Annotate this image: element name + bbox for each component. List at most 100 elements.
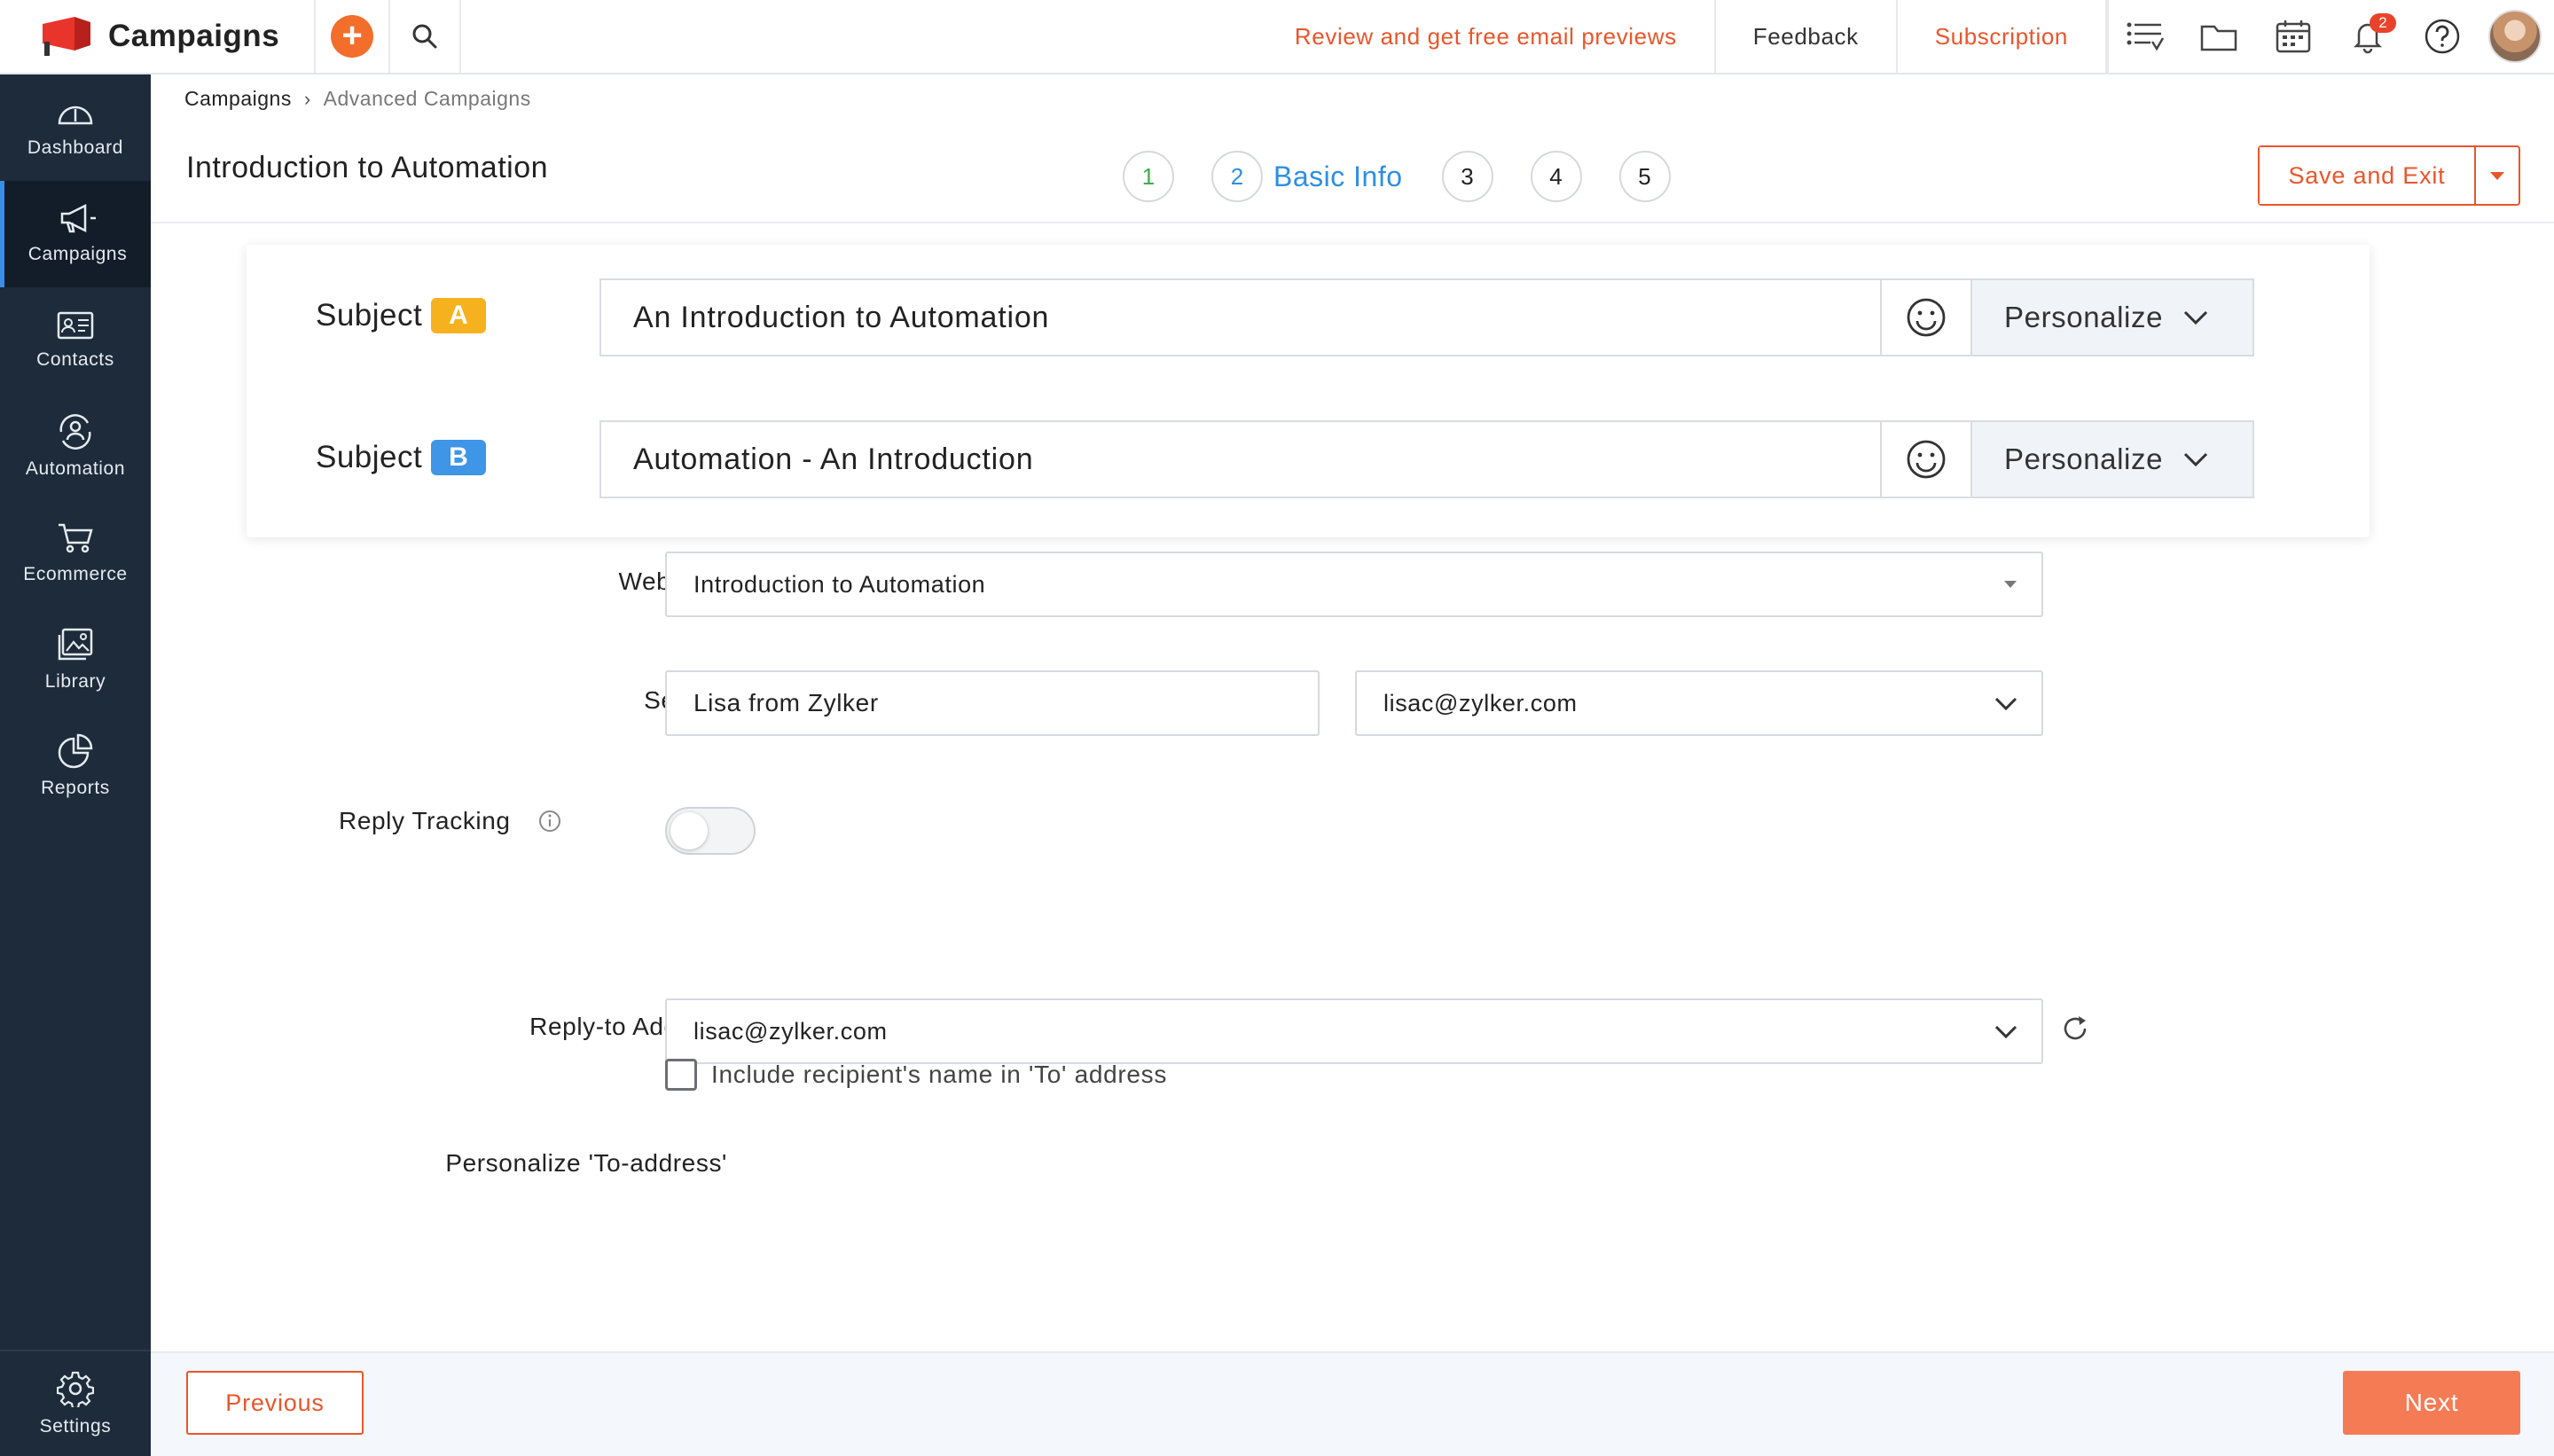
sidebar-item-label: Campaigns [27, 244, 128, 264]
step-2[interactable]: 2 [1211, 151, 1263, 202]
step-5[interactable]: 5 [1618, 151, 1671, 202]
top-bar: Campaigns + Review and get free email pr… [0, 0, 2554, 74]
notification-badge: 2 [2370, 13, 2396, 33]
list-icon [2127, 22, 2165, 51]
app-brand[interactable]: Campaigns [0, 0, 316, 74]
gear-icon [57, 1371, 94, 1407]
footer-bar: Previous Next [151, 1351, 2554, 1456]
subject-b-emoji-button[interactable] [1880, 420, 1970, 498]
sidebar: Dashboard Campaigns Contacts Automation [0, 74, 151, 1456]
notifications-button[interactable]: 2 [2331, 0, 2405, 74]
previous-button[interactable]: Previous [186, 1371, 364, 1435]
dashboard-icon [58, 106, 93, 125]
caret-down-icon [2004, 581, 2017, 588]
breadcrumb: Campaigns › Advanced Campaigns [184, 87, 531, 111]
contact-card-icon [57, 311, 94, 340]
automation-icon [59, 414, 91, 450]
reply-tracking-toggle[interactable] [665, 807, 756, 855]
include-name-checkbox[interactable] [665, 1059, 697, 1091]
folder-button[interactable] [2182, 0, 2256, 74]
calendar-button[interactable] [2256, 0, 2331, 74]
include-name-label: Include recipient's name in 'To' address [711, 1061, 1168, 1088]
sidebar-item-label: Automation [25, 458, 126, 479]
toggle-knob [670, 812, 708, 849]
subject-a-label: Subject A [316, 298, 487, 333]
breadcrumb-current: Advanced Campaigns [323, 87, 531, 110]
sidebar-item-contacts[interactable]: Contacts [0, 287, 151, 394]
feedback-link[interactable]: Feedback [1716, 0, 1898, 74]
user-avatar[interactable] [2488, 10, 2542, 63]
sidebar-item-automation[interactable]: Automation [0, 394, 151, 500]
save-exit-group: Save and Exit [2258, 145, 2520, 206]
cart-icon [59, 523, 93, 553]
pie-chart-icon [58, 733, 93, 769]
step-3[interactable]: 3 [1441, 151, 1493, 202]
megaphone-icon [60, 203, 96, 233]
plus-icon: + [331, 15, 373, 58]
current-step-label: Basic Info [1273, 160, 1403, 192]
subject-a-input[interactable]: An Introduction to Automation [599, 278, 1880, 356]
search-button[interactable] [390, 0, 461, 74]
subject-b-label: Subject B [316, 440, 487, 475]
webinars-select[interactable]: Introduction to Automation [665, 552, 2043, 617]
subject-b-input[interactable]: Automation - An Introduction [599, 420, 1880, 498]
image-library-icon [58, 628, 93, 661]
sidebar-item-label: Reports [41, 778, 110, 798]
main-content: Campaigns › Advanced Campaigns Introduct… [151, 74, 2554, 1456]
sidebar-item-label: Settings [39, 1416, 112, 1436]
review-previews-link[interactable]: Review and get free email previews [1257, 0, 1716, 74]
sender-name-input[interactable]: Lisa from Zylker [665, 670, 1320, 736]
smiley-icon [1907, 440, 1946, 479]
reply-tracking-label: Reply Tracking [339, 807, 667, 835]
subject-a-row: Subject A An Introduction to Automation … [247, 278, 2370, 358]
chevron-down-icon [1994, 1025, 2017, 1038]
wizard-stepper: 1 2 Basic Info 3 4 5 [1123, 151, 1708, 202]
info-icon[interactable] [537, 809, 562, 834]
subject-a-emoji-button[interactable] [1880, 278, 1970, 356]
sidebar-item-label: Library [44, 671, 106, 692]
smiley-icon [1907, 298, 1946, 337]
breadcrumb-separator: › [303, 87, 311, 110]
folder-icon [2200, 25, 2237, 51]
chevron-down-icon [1994, 697, 2017, 710]
chevron-down-icon [2183, 452, 2208, 467]
campaigns-flag-logo [43, 17, 90, 56]
reply-to-select[interactable]: lisac@zylker.com [665, 998, 2043, 1064]
step-1[interactable]: 1 [1123, 151, 1174, 202]
create-button[interactable]: + [316, 0, 390, 74]
search-icon [412, 24, 437, 49]
sidebar-item-label: Ecommerce [23, 564, 128, 584]
save-exit-button[interactable]: Save and Exit [2260, 147, 2474, 204]
save-options-dropdown[interactable] [2474, 147, 2519, 204]
page-header: Introduction to Automation 1 2 Basic Inf… [151, 124, 2554, 223]
subject-ab-card: Subject A An Introduction to Automation … [247, 245, 2370, 537]
sender-email-select[interactable]: lisac@zylker.com [1355, 670, 2043, 736]
subject-b-row: Subject B Automation - An Introduction P… [247, 420, 2370, 500]
page-title: Introduction to Automation [186, 151, 549, 184]
sidebar-item-label: Contacts [36, 349, 114, 370]
help-button[interactable] [2405, 0, 2480, 74]
calendar-icon [2276, 20, 2311, 53]
sidebar-item-label: Dashboard [27, 137, 124, 158]
help-icon [2425, 19, 2460, 54]
refresh-icon[interactable] [2059, 1013, 2091, 1045]
chevron-down-icon [2183, 310, 2208, 325]
sidebar-item-settings[interactable]: Settings [0, 1350, 151, 1456]
sidebar-item-dashboard[interactable]: Dashboard [0, 74, 151, 181]
subject-b-badge: B [431, 440, 487, 475]
subscription-link[interactable]: Subscription [1898, 0, 2107, 74]
subject-a-personalize-dropdown[interactable]: Personalize [1970, 278, 2254, 356]
breadcrumb-campaigns[interactable]: Campaigns [184, 87, 292, 111]
subject-a-badge: A [431, 298, 487, 333]
sidebar-item-reports[interactable]: Reports [0, 713, 151, 819]
sidebar-item-library[interactable]: Library [0, 607, 151, 713]
personalize-to-label: Personalize 'To-address' [445, 1149, 727, 1177]
subject-b-personalize-dropdown[interactable]: Personalize [1970, 420, 2254, 498]
next-button[interactable]: Next [2343, 1371, 2520, 1435]
sidebar-item-campaigns[interactable]: Campaigns [0, 181, 151, 287]
lists-button[interactable] [2107, 0, 2182, 74]
caret-down-icon [2490, 172, 2504, 180]
sidebar-item-ecommerce[interactable]: Ecommerce [0, 500, 151, 607]
app-name: Campaigns [108, 19, 280, 53]
step-4[interactable]: 4 [1530, 151, 1582, 202]
